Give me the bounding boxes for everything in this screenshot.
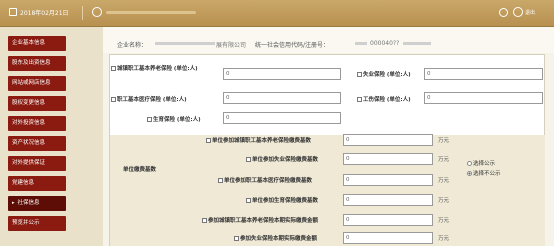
sidebar-item-label: 企业基本信息 <box>12 40 46 46</box>
sidebar-item-guarantee[interactable]: 对外提供保证 <box>8 156 66 171</box>
pension-base-label[interactable]: 单位参加城镇职工基本养老保险缴费基数 <box>206 136 311 144</box>
publish-option[interactable]: 选择公示 <box>467 159 495 167</box>
top-bar: 2018年02月21日 退出 <box>0 0 554 27</box>
maternity-base-label[interactable]: 单位参加生育保险缴费基数 <box>246 196 318 204</box>
chevron-right-icon: ▸ <box>12 200 15 206</box>
pension-base-checkbox[interactable] <box>206 138 211 143</box>
medical-base-checkbox[interactable] <box>218 178 223 183</box>
sidebar-item-label: 股权变更信息 <box>12 100 46 106</box>
medical-checkbox-label[interactable]: 职工基本医疗保险 (单位:人) <box>111 95 187 103</box>
main-content: 企业名称： 展有限公司 统一社会信用代码/注册号： 000040?? 城镇职工基… <box>103 27 554 246</box>
current-date: 2018年02月21日 <box>20 10 69 17</box>
medical-base-input[interactable]: 0 <box>343 174 433 186</box>
sidebar-item-party[interactable]: 党建信息 <box>8 176 66 191</box>
unemployment-base-checkbox[interactable] <box>246 157 251 162</box>
sidebar-item-label: 党建信息 <box>12 180 35 186</box>
gear-icon[interactable] <box>499 8 508 17</box>
pension-actual-unit: 万元 <box>438 218 450 224</box>
unemployment-base-unit: 万元 <box>438 157 450 163</box>
publish-radio[interactable] <box>467 161 472 166</box>
company-info-row: 企业名称： 展有限公司 统一社会信用代码/注册号： 000040?? <box>103 27 554 53</box>
company-name-suffix: 展有限公司 <box>216 42 247 49</box>
pension-checkbox-label[interactable]: 城镇职工基本养老保险 (单位:人) <box>111 64 198 72</box>
pension-actual-label[interactable]: 参加城镇职工基本养老保险本期实际缴费金额 <box>202 216 318 224</box>
sidebar-item-label: 资产状况信息 <box>12 140 46 146</box>
sidebar-item-preview[interactable]: 预览并公示 <box>8 216 66 231</box>
nopublish-option[interactable]: 选择不公示 <box>467 169 501 177</box>
credit-code-label: 统一社会信用代码/注册号： <box>255 42 330 49</box>
company-name-label: 企业名称： <box>117 42 148 49</box>
unemployment-base-input[interactable]: 0 <box>343 153 433 165</box>
nopublish-radio[interactable] <box>467 171 472 176</box>
payment-base-label: 单位缴费基数 <box>123 167 157 173</box>
medical-count-input[interactable]: 0 <box>223 92 341 104</box>
sidebar-item-equity-change[interactable]: 股权变更信息 <box>8 96 66 111</box>
injury-checkbox[interactable] <box>357 97 362 102</box>
unemployment-checkbox[interactable] <box>357 72 362 77</box>
sidebar-item-label: 网站或网店信息 <box>12 80 51 86</box>
sidebar-item-label: 对外投资信息 <box>12 120 46 126</box>
medical-checkbox[interactable] <box>111 97 116 102</box>
maternity-base-checkbox[interactable] <box>246 198 251 203</box>
unemployment-checkbox-label[interactable]: 失业保险 (单位:人) <box>357 70 411 78</box>
medical-base-label[interactable]: 单位参加职工基本医疗保险缴费基数 <box>218 176 312 184</box>
maternity-checkbox-label[interactable]: 生育保险 (单位:人) <box>147 115 201 123</box>
sidebar-item-shareholders[interactable]: 股东及出资信息 <box>8 56 66 71</box>
payment-base-section <box>109 135 545 246</box>
divider <box>82 6 83 20</box>
unemployment-count-input[interactable]: 0 <box>424 68 543 80</box>
unemployment-actual-label[interactable]: 参加失业保险本期实际缴费金额 <box>234 234 317 242</box>
sidebar-item-label: 社保信息 <box>17 200 40 206</box>
pension-checkbox[interactable] <box>111 66 116 71</box>
sidebar-item-label: 预览并公示 <box>12 220 40 226</box>
sidebar: 企业基本信息 股东及出资信息 网站或网店信息 股权变更信息 对外投资信息 资产状… <box>0 27 103 246</box>
calendar-icon <box>9 8 17 16</box>
unemployment-base-label[interactable]: 单位参加失业保险缴费基数 <box>246 155 318 163</box>
maternity-base-unit: 万元 <box>438 198 450 204</box>
maternity-checkbox[interactable] <box>147 117 152 122</box>
pension-actual-input[interactable]: 0 <box>343 214 433 226</box>
sidebar-item-label: 股东及出资信息 <box>12 60 51 66</box>
unemployment-actual-unit: 万元 <box>438 236 450 242</box>
logout-icon[interactable] <box>513 7 523 17</box>
unemployment-actual-checkbox[interactable] <box>234 236 239 241</box>
injury-count-input[interactable]: 0 <box>424 92 543 104</box>
injury-checkbox-label[interactable]: 工伤保险 (单位:人) <box>357 95 411 103</box>
sidebar-item-investment[interactable]: 对外投资信息 <box>8 116 66 131</box>
credit-code-redacted-tail <box>403 42 431 45</box>
pension-base-unit: 万元 <box>438 138 450 144</box>
maternity-count-input[interactable]: 0 <box>223 112 341 124</box>
sidebar-item-social-security[interactable]: ▸ 社保信息 <box>8 196 66 211</box>
logout-button[interactable]: 退出 <box>525 9 535 16</box>
pension-base-input[interactable]: 0 <box>343 134 433 146</box>
maternity-base-input[interactable]: 0 <box>343 194 433 206</box>
pension-count-input[interactable]: 0 <box>223 68 341 80</box>
credit-code-suffix: 000040?? <box>370 40 400 47</box>
sidebar-item-label: 对外提供保证 <box>12 160 46 166</box>
medical-base-unit: 万元 <box>438 178 450 184</box>
sidebar-item-basic-info[interactable]: 企业基本信息 <box>8 36 66 51</box>
user-name-redacted <box>106 11 196 14</box>
pension-actual-checkbox[interactable] <box>202 218 207 223</box>
user-icon <box>92 7 102 17</box>
sidebar-item-assets[interactable]: 资产状况信息 <box>8 136 66 151</box>
credit-code-redacted <box>355 42 367 45</box>
unemployment-actual-input[interactable]: 0 <box>343 232 433 244</box>
sidebar-item-website[interactable]: 网站或网店信息 <box>8 76 66 91</box>
company-name-redacted <box>155 42 215 45</box>
